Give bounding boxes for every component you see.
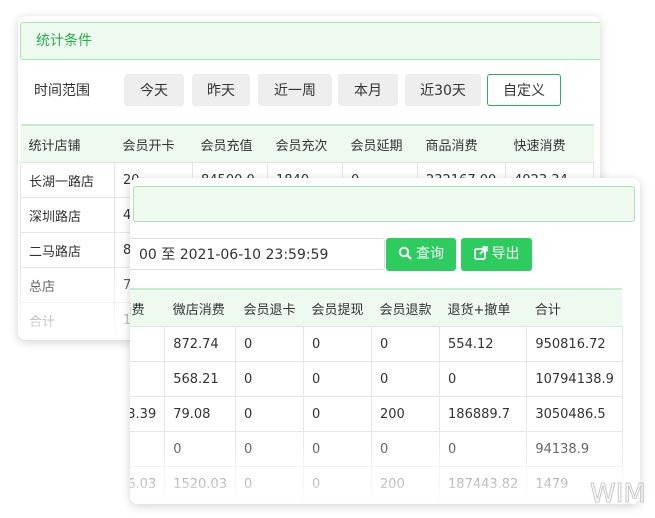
table-cell: 187443.82 [439, 466, 528, 502]
stats-results-panel: 00 至 2021-06-10 23:59:59 查询 导出 消费 微店消费 会… [130, 178, 640, 504]
table-cell: 56.03 [130, 466, 166, 502]
table-cell: 0 [371, 431, 441, 467]
table-cell: 0 [302, 361, 373, 397]
today-button[interactable]: 今天 [124, 74, 184, 106]
watermark-logo: WIM [588, 474, 647, 510]
total-cell: 3050486.5 [526, 396, 623, 432]
column-header[interactable]: 会员退款 [371, 288, 440, 327]
table-cell: 0 [302, 431, 373, 467]
table-cell: 0 [234, 431, 305, 467]
stats-conditions-header: 统计条件 [20, 22, 600, 60]
column-header[interactable]: 会员退卡 [235, 288, 304, 327]
table-cell: 0 [234, 466, 305, 502]
table-row[interactable]: 53.39 79.08 0 0 200 186889.7 3050486.5 [130, 396, 623, 432]
watermark-text: WIM [590, 479, 646, 509]
table-cell: 53.39 [130, 396, 166, 432]
table-row[interactable]: 872.74 0 0 0 554.12 950816.72 [130, 326, 623, 362]
table-cell: 0 [302, 396, 373, 432]
table-cell [130, 326, 166, 362]
store-name-cell: 总店 [20, 267, 115, 303]
time-range-label: 时间范围 [34, 83, 90, 99]
store-name-cell: 长湖一路店 [20, 162, 115, 198]
total-cell: 94138.9 [526, 431, 623, 467]
store-name-cell: 合计 [20, 302, 115, 338]
table-cell: 0 [439, 361, 528, 397]
table-header-row: 统计店铺 会员开卡 会员充值 会员充次 会员延期 商品消费 快速消费 [20, 124, 594, 163]
last-week-button[interactable]: 近一周 [258, 74, 332, 106]
watermark-icon: WIM [590, 479, 647, 510]
table-cell: 0 [439, 431, 528, 467]
table-row[interactable]: 568.21 0 0 0 0 10794138.9 [130, 361, 623, 397]
this-month-button[interactable]: 本月 [338, 74, 398, 106]
results-header-bar [133, 186, 635, 222]
table-cell: 186889.7 [439, 396, 528, 432]
table-cell: 0 [371, 326, 441, 362]
export-button[interactable]: 导出 [461, 238, 532, 271]
table-cell: 0 [234, 326, 305, 362]
column-header[interactable]: 微店消费 [164, 288, 236, 327]
total-cell: 950816.72 [526, 326, 623, 362]
store-name-cell: 二马路店 [20, 232, 115, 268]
column-header[interactable]: 消费 [130, 288, 165, 327]
export-button-label: 导出 [491, 246, 520, 262]
column-header[interactable]: 会员充值 [192, 124, 268, 163]
table-cell: 0 [234, 396, 305, 432]
search-button[interactable]: 查询 [386, 238, 456, 271]
column-header[interactable]: 会员开卡 [114, 124, 193, 163]
column-header[interactable]: 合计 [526, 288, 623, 327]
table-cell: 79.08 [164, 396, 236, 432]
search-button-label: 查询 [416, 246, 444, 262]
table-cell [130, 431, 166, 467]
total-cell: 10794138.9 [526, 361, 623, 397]
date-range-input[interactable]: 00 至 2021-06-10 23:59:59 [130, 238, 385, 270]
table-cell [130, 361, 166, 397]
column-header[interactable]: 退货+撤单 [439, 288, 527, 327]
table-row[interactable]: 56.03 1520.03 0 0 200 187443.82 1479 [130, 466, 623, 502]
yesterday-button[interactable]: 昨天 [192, 74, 250, 106]
table-row[interactable]: 0 0 0 0 0 94138.9 [130, 431, 623, 467]
table-cell: 872.74 [164, 326, 236, 362]
column-header[interactable]: 快速消费 [505, 124, 594, 163]
table-cell: 554.12 [439, 326, 528, 362]
store-name-cell: 深圳路店 [20, 197, 115, 233]
last-30-days-button[interactable]: 近30天 [405, 74, 481, 106]
table-cell: 0 [371, 361, 441, 397]
column-header[interactable]: 会员延期 [342, 124, 418, 163]
table-cell: 0 [234, 361, 305, 397]
search-icon [398, 246, 412, 260]
results-table: 消费 微店消费 会员退卡 会员提现 会员退款 退货+撤单 合计 872.74 0… [130, 288, 623, 502]
column-header[interactable]: 会员提现 [303, 288, 372, 327]
table-header-row: 消费 微店消费 会员退卡 会员提现 会员退款 退货+撤单 合计 [130, 288, 623, 327]
column-header[interactable]: 商品消费 [417, 124, 506, 163]
table-cell: 0 [164, 431, 236, 467]
table-cell: 200 [371, 396, 441, 432]
custom-range-button[interactable]: 自定义 [487, 74, 561, 106]
table-cell: 1520.03 [164, 466, 236, 502]
table-cell: 200 [371, 466, 441, 502]
column-header[interactable]: 统计店铺 [20, 124, 115, 163]
table-cell: 0 [302, 466, 373, 502]
column-header[interactable]: 会员充次 [267, 124, 343, 163]
export-icon [473, 246, 488, 260]
table-cell: 568.21 [164, 361, 236, 397]
table-cell: 0 [302, 326, 373, 362]
